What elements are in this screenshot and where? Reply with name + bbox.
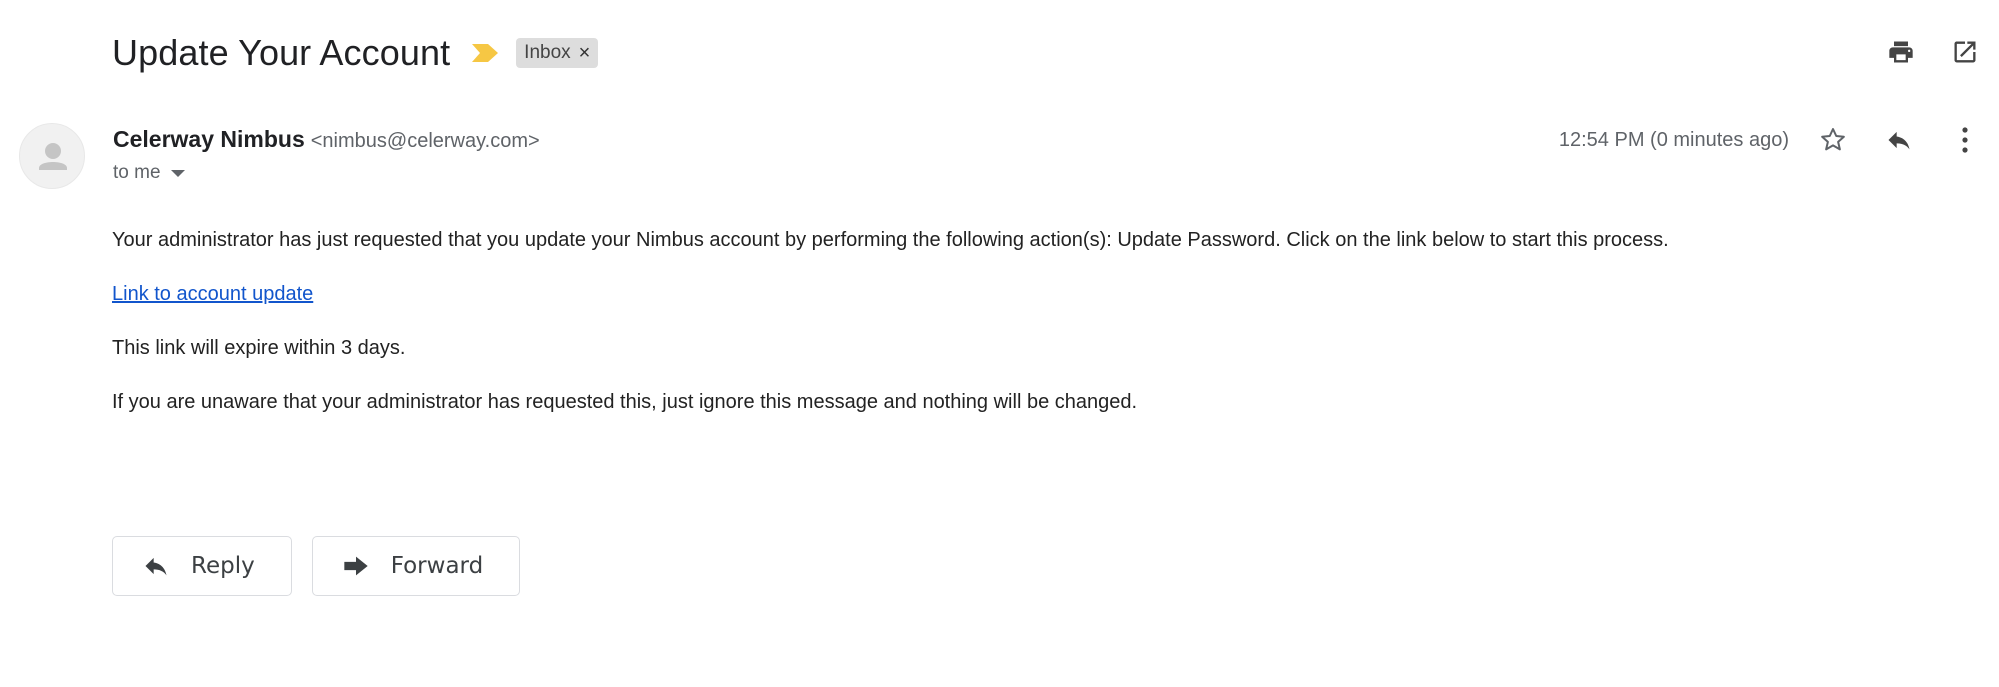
sender-name[interactable]: Celerway Nimbus (113, 126, 305, 153)
reply-button[interactable]: Reply (112, 536, 292, 596)
importance-marker-icon[interactable] (470, 42, 500, 64)
open-in-new-window-icon[interactable] (1947, 34, 1983, 70)
reply-forward-actions: Reply Forward (112, 536, 521, 596)
forward-button[interactable]: Forward (311, 536, 521, 596)
email-body: Your administrator has just requested th… (112, 228, 1972, 444)
message-meta: 12:54 PM (0 minutes ago) (1559, 118, 1999, 162)
reply-icon[interactable] (1881, 122, 1917, 158)
sender-avatar[interactable] (19, 123, 85, 189)
sender-line: Celerway Nimbus <nimbus@celerway.com> (113, 126, 540, 153)
reply-button-label: Reply (191, 553, 255, 579)
subject-row: Update Your Account Inbox × (112, 28, 599, 78)
body-paragraph-2: This link will expire within 3 days. (112, 337, 406, 359)
forward-icon (341, 552, 371, 580)
recipient-text: to me (113, 162, 161, 183)
forward-button-label: Forward (390, 553, 484, 579)
timestamp: 12:54 PM (0 minutes ago) (1558, 128, 1789, 151)
sender-email: <nimbus@celerway.com> (310, 130, 540, 152)
inbox-label-chip[interactable]: Inbox × (516, 38, 599, 68)
body-paragraph-1: Your administrator has just requested th… (112, 229, 1669, 251)
chevron-down-icon (170, 169, 185, 177)
star-icon[interactable] (1815, 122, 1851, 158)
body-paragraph-3: If you are unaware that your administrat… (112, 391, 1138, 413)
account-update-link[interactable]: Link to account update (112, 283, 313, 305)
recipient-details-toggle[interactable]: to me (113, 162, 185, 184)
more-vertical-icon[interactable] (1947, 122, 1983, 158)
label-chip-text: Inbox (524, 42, 571, 63)
person-icon (39, 143, 67, 170)
message-toolbar (1883, 34, 1983, 70)
remove-label-icon[interactable]: × (579, 43, 591, 63)
print-icon[interactable] (1883, 34, 1919, 70)
email-subject: Update Your Account (112, 32, 451, 73)
reply-icon (141, 552, 171, 580)
